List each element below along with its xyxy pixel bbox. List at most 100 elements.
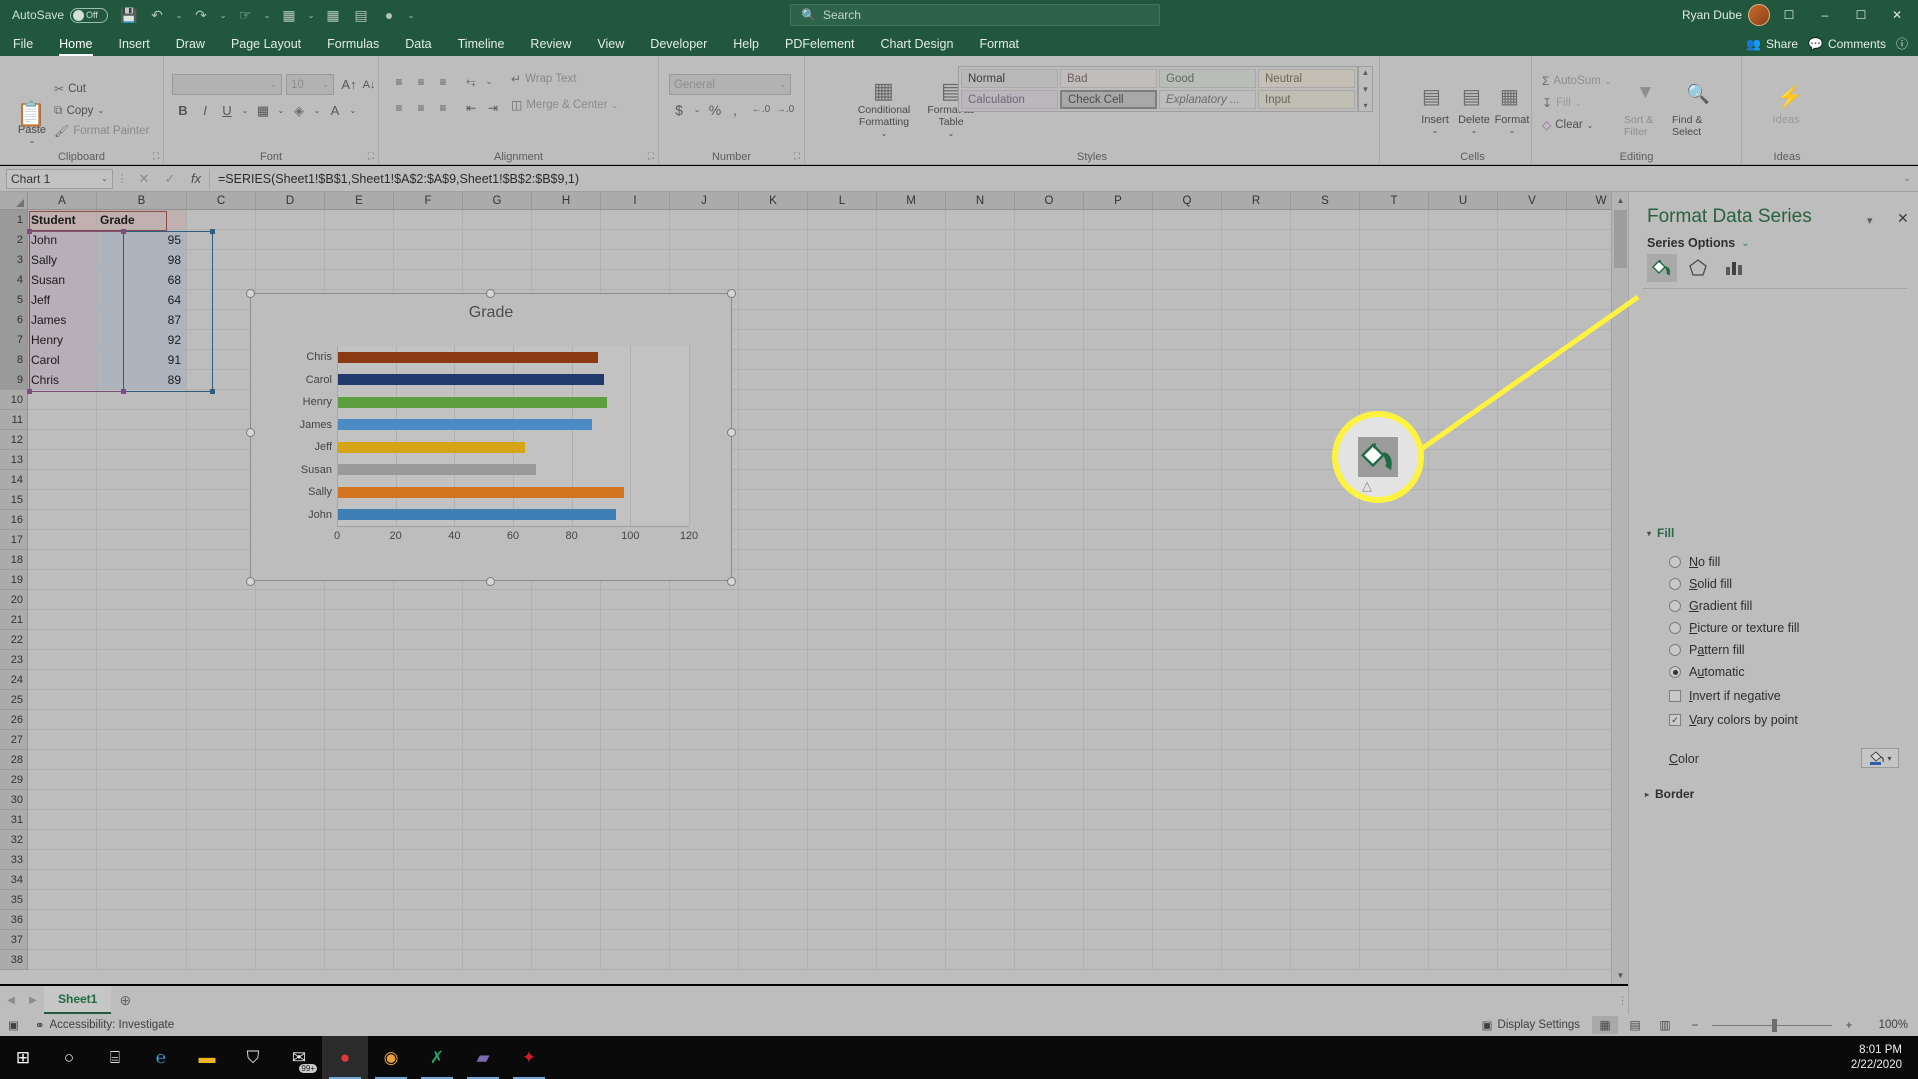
column-header-C[interactable]: C bbox=[187, 192, 256, 209]
scroll-down-icon[interactable]: ▼ bbox=[1612, 967, 1629, 984]
cell-V10[interactable] bbox=[1498, 390, 1567, 410]
cell-B36[interactable] bbox=[97, 910, 187, 930]
row-header-18[interactable]: 18 bbox=[0, 550, 28, 570]
cell-M8[interactable] bbox=[877, 350, 946, 370]
cell-D1[interactable] bbox=[256, 210, 325, 230]
cell-C38[interactable] bbox=[187, 950, 256, 970]
cell-D28[interactable] bbox=[256, 750, 325, 770]
cell-G28[interactable] bbox=[463, 750, 532, 770]
cell-P24[interactable] bbox=[1084, 670, 1153, 690]
photoshop-icon[interactable]: ✦ bbox=[506, 1036, 552, 1079]
cell-S30[interactable] bbox=[1291, 790, 1360, 810]
cell-K17[interactable] bbox=[739, 530, 808, 550]
cell-V5[interactable] bbox=[1498, 290, 1567, 310]
cell-V30[interactable] bbox=[1498, 790, 1567, 810]
cell-K19[interactable] bbox=[739, 570, 808, 590]
cell-N12[interactable] bbox=[946, 430, 1015, 450]
cell-A21[interactable] bbox=[28, 610, 97, 630]
cell-T36[interactable] bbox=[1360, 910, 1429, 930]
page-break-preview-button[interactable]: ▥ bbox=[1652, 1016, 1678, 1034]
cell-I37[interactable] bbox=[601, 930, 670, 950]
cell-T9[interactable] bbox=[1360, 370, 1429, 390]
cell-J26[interactable] bbox=[670, 710, 739, 730]
cell-S7[interactable] bbox=[1291, 330, 1360, 350]
column-header-T[interactable]: T bbox=[1360, 192, 1429, 209]
clear-button[interactable]: ◇ Clear ⌄ bbox=[1542, 118, 1593, 132]
cell-P19[interactable] bbox=[1084, 570, 1153, 590]
cell-D20[interactable] bbox=[256, 590, 325, 610]
cell-L8[interactable] bbox=[808, 350, 877, 370]
cell-G23[interactable] bbox=[463, 650, 532, 670]
cell-F3[interactable] bbox=[394, 250, 463, 270]
cell-H34[interactable] bbox=[532, 870, 601, 890]
cell-M21[interactable] bbox=[877, 610, 946, 630]
cell-Q28[interactable] bbox=[1153, 750, 1222, 770]
cell-J27[interactable] bbox=[670, 730, 739, 750]
cell-I1[interactable] bbox=[601, 210, 670, 230]
cell-R5[interactable] bbox=[1222, 290, 1291, 310]
cell-N22[interactable] bbox=[946, 630, 1015, 650]
column-header-J[interactable]: J bbox=[670, 192, 739, 209]
cell-A11[interactable] bbox=[28, 410, 97, 430]
cell-E22[interactable] bbox=[325, 630, 394, 650]
cell-A27[interactable] bbox=[28, 730, 97, 750]
cell-H32[interactable] bbox=[532, 830, 601, 850]
chart-bar-carol[interactable] bbox=[337, 374, 604, 386]
cell-K36[interactable] bbox=[739, 910, 808, 930]
cell-S9[interactable] bbox=[1291, 370, 1360, 390]
cell-U3[interactable] bbox=[1429, 250, 1498, 270]
cell-N34[interactable] bbox=[946, 870, 1015, 890]
chart-handle-nw[interactable] bbox=[246, 289, 255, 298]
cell-O17[interactable] bbox=[1015, 530, 1084, 550]
cell-L1[interactable] bbox=[808, 210, 877, 230]
cell-style-normal[interactable]: Normal bbox=[961, 69, 1058, 88]
cell-L36[interactable] bbox=[808, 910, 877, 930]
cell-R15[interactable] bbox=[1222, 490, 1291, 510]
cell-G1[interactable] bbox=[463, 210, 532, 230]
cell-E32[interactable] bbox=[325, 830, 394, 850]
cell-M32[interactable] bbox=[877, 830, 946, 850]
cell-Q29[interactable] bbox=[1153, 770, 1222, 790]
cell-R24[interactable] bbox=[1222, 670, 1291, 690]
cell-M14[interactable] bbox=[877, 470, 946, 490]
cell-P36[interactable] bbox=[1084, 910, 1153, 930]
vertical-scroll-thumb[interactable] bbox=[1614, 210, 1627, 268]
cell-L18[interactable] bbox=[808, 550, 877, 570]
cell-N23[interactable] bbox=[946, 650, 1015, 670]
cell-N6[interactable] bbox=[946, 310, 1015, 330]
effects-tab[interactable] bbox=[1683, 254, 1713, 282]
cell-K9[interactable] bbox=[739, 370, 808, 390]
cell-G29[interactable] bbox=[463, 770, 532, 790]
cell-H1[interactable] bbox=[532, 210, 601, 230]
ribbon-tab-help[interactable]: Help bbox=[720, 37, 772, 56]
row-header-28[interactable]: 28 bbox=[0, 750, 28, 770]
table-row[interactable] bbox=[28, 650, 1630, 670]
cell-C4[interactable] bbox=[187, 270, 256, 290]
row-header-36[interactable]: 36 bbox=[0, 910, 28, 930]
merge-center-button[interactable]: ◫ Merge & Center ⌄ bbox=[511, 98, 618, 112]
undo-icon[interactable]: ↶ bbox=[144, 3, 170, 27]
cell-M30[interactable] bbox=[877, 790, 946, 810]
cell-R28[interactable] bbox=[1222, 750, 1291, 770]
table-row[interactable] bbox=[28, 690, 1630, 710]
invert-if-negative-row[interactable]: Invert if negative bbox=[1669, 689, 1781, 703]
cell-L14[interactable] bbox=[808, 470, 877, 490]
cell-K15[interactable] bbox=[739, 490, 808, 510]
pattern-fill-radio[interactable] bbox=[1669, 644, 1681, 656]
row-header-5[interactable]: 5 bbox=[0, 290, 28, 310]
row-header-1[interactable]: 1 bbox=[0, 210, 28, 230]
cell-R1[interactable] bbox=[1222, 210, 1291, 230]
cell-B30[interactable] bbox=[97, 790, 187, 810]
cell-L29[interactable] bbox=[808, 770, 877, 790]
cell-J23[interactable] bbox=[670, 650, 739, 670]
cell-I36[interactable] bbox=[601, 910, 670, 930]
cell-N7[interactable] bbox=[946, 330, 1015, 350]
picture-fill-radio[interactable] bbox=[1669, 622, 1681, 634]
cell-O14[interactable] bbox=[1015, 470, 1084, 490]
cell-V34[interactable] bbox=[1498, 870, 1567, 890]
cell-R10[interactable] bbox=[1222, 390, 1291, 410]
cell-R32[interactable] bbox=[1222, 830, 1291, 850]
cell-M24[interactable] bbox=[877, 670, 946, 690]
cell-I38[interactable] bbox=[601, 950, 670, 970]
cell-D30[interactable] bbox=[256, 790, 325, 810]
